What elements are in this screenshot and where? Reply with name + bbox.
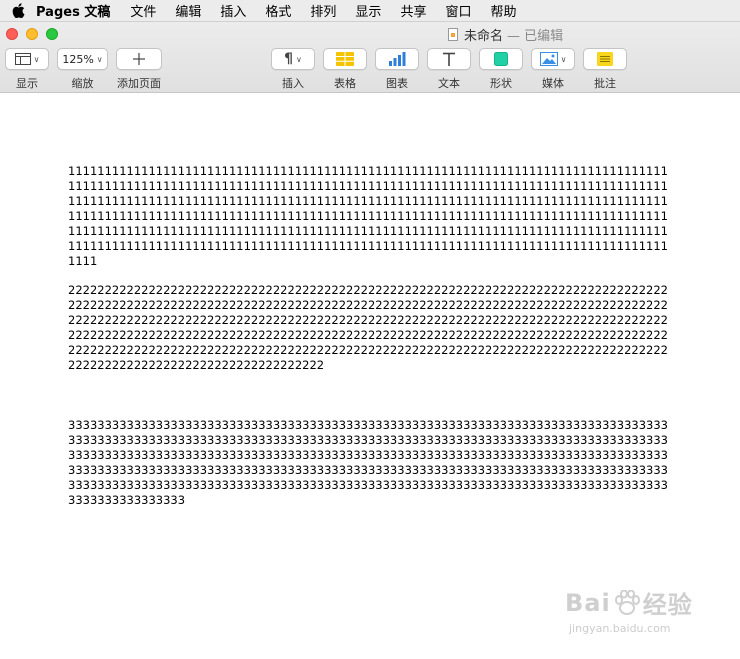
- chevron-down-icon: ∨: [96, 54, 103, 64]
- menu-edit[interactable]: 编辑: [175, 1, 201, 20]
- table-label: 表格: [334, 77, 356, 90]
- body-paragraph-1[interactable]: 1111111111111111111111111111111111111111…: [68, 164, 668, 269]
- menu-insert[interactable]: 插入: [220, 1, 246, 20]
- paw-logo-icon: [614, 589, 640, 615]
- menu-view[interactable]: 显示: [355, 1, 381, 20]
- watermark-brand-left: Bai: [565, 588, 611, 617]
- baidu-jingyan-watermark: Bai 经验 jingyan.baidu.com: [565, 585, 735, 645]
- menu-window[interactable]: 窗口: [445, 1, 471, 20]
- shape-button[interactable]: [479, 48, 523, 70]
- watermark-url: jingyan.baidu.com: [569, 622, 671, 635]
- shape-label: 形状: [490, 77, 512, 90]
- text-t-icon: [443, 52, 455, 66]
- menu-share[interactable]: 共享: [400, 1, 426, 20]
- text-box-button[interactable]: [427, 48, 471, 70]
- fullscreen-window-button[interactable]: [46, 28, 58, 40]
- menu-arrange[interactable]: 排列: [310, 1, 336, 20]
- chart-button[interactable]: [375, 48, 419, 70]
- document-title[interactable]: 未命名 — 已编辑: [448, 25, 563, 44]
- close-window-button[interactable]: [6, 28, 18, 40]
- chevron-down-icon: ∨: [560, 54, 567, 64]
- document-edit-status: — 已编辑: [507, 29, 564, 44]
- zoom-select[interactable]: 125% ∨: [57, 48, 108, 70]
- menu-format[interactable]: 格式: [265, 1, 291, 20]
- sidebar-layout-icon: [14, 53, 31, 65]
- chevron-down-icon: ∨: [296, 54, 302, 64]
- apple-menu-icon[interactable]: [0, 3, 36, 18]
- body-paragraph-3[interactable]: 3333333333333333333333333333333333333333…: [68, 418, 668, 508]
- table-button[interactable]: [323, 48, 367, 70]
- document-name: 未命名: [464, 29, 504, 44]
- add-page-button[interactable]: [116, 48, 162, 70]
- watermark-brand-right: 经验: [642, 591, 693, 619]
- text-label: 文本: [438, 77, 460, 90]
- media-label: 媒体: [542, 77, 564, 90]
- comment-note-icon: [597, 52, 613, 66]
- plus-icon: [133, 53, 145, 65]
- media-button[interactable]: ∨: [531, 48, 575, 70]
- insert-label: 插入: [282, 77, 304, 90]
- document-canvas[interactable]: 1111111111111111111111111111111111111111…: [0, 94, 740, 659]
- table-icon: [336, 52, 354, 66]
- zoom-label: 缩放: [71, 77, 94, 90]
- paragraph-icon: ¶: [284, 51, 294, 67]
- view-button[interactable]: ∨: [5, 48, 49, 70]
- chevron-down-icon: ∨: [33, 54, 40, 64]
- insert-button[interactable]: ¶ ∨: [271, 48, 315, 70]
- comment-label: 批注: [594, 77, 616, 90]
- bar-chart-icon: [389, 52, 406, 66]
- body-paragraph-2[interactable]: 2222222222222222222222222222222222222222…: [68, 283, 668, 373]
- comment-button[interactable]: [583, 48, 627, 70]
- minimize-window-button[interactable]: [26, 28, 38, 40]
- zoom-value: 125%: [62, 52, 94, 66]
- app-name-menu[interactable]: Pages 文稿: [36, 1, 110, 20]
- menu-bar: Pages 文稿 文件 编辑 插入 格式 排列 显示 共享 窗口 帮助: [0, 0, 740, 22]
- image-icon: [539, 52, 558, 66]
- square-shape-icon: [494, 52, 508, 66]
- menu-file[interactable]: 文件: [130, 1, 156, 20]
- window-toolbar: 未命名 — 已编辑 ∨ 显示 125% ∨ 缩放 添加页面 ¶ ∨ 插入 表格 …: [0, 22, 740, 93]
- menu-help[interactable]: 帮助: [490, 1, 516, 20]
- chart-label: 图表: [386, 77, 408, 90]
- add-page-label: 添加页面: [117, 77, 161, 90]
- view-label: 显示: [16, 77, 38, 90]
- document-icon: [448, 28, 458, 41]
